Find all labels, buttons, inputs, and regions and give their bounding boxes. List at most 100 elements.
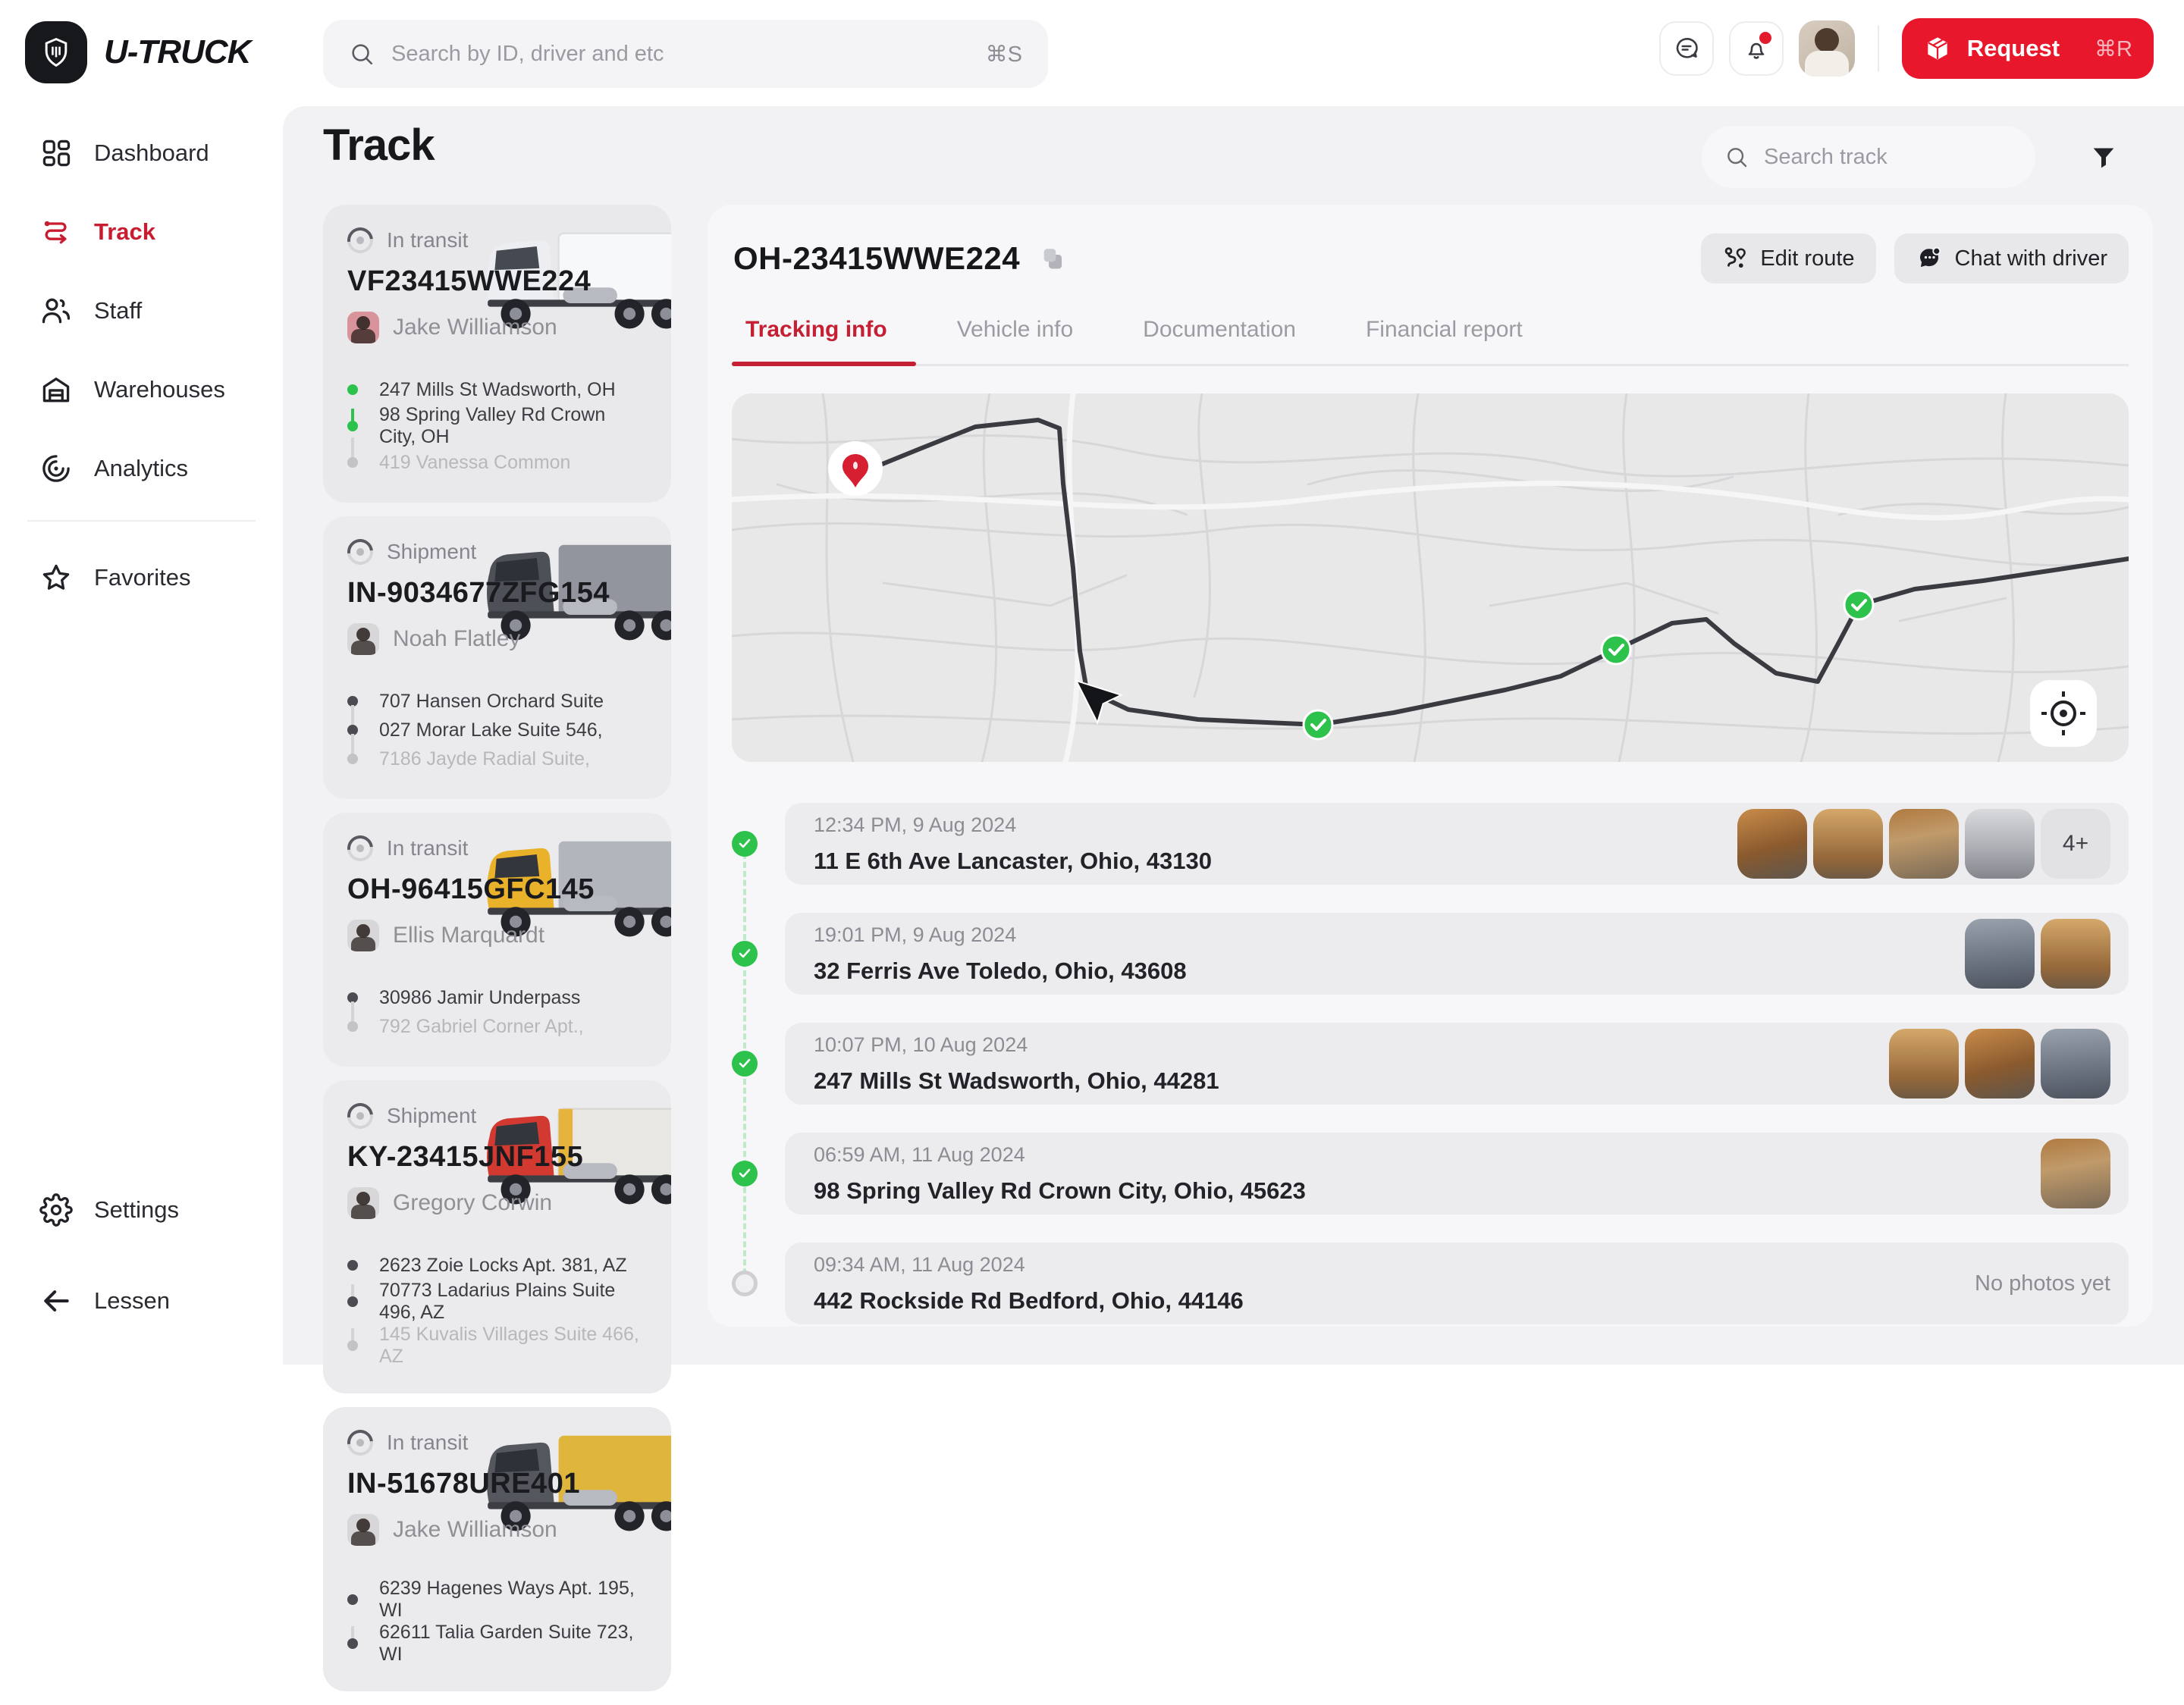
tab-tracking-info[interactable]: Tracking info: [745, 317, 887, 364]
sidebar-item-warehouses[interactable]: Warehouses: [0, 362, 283, 417]
photo-thumbnail[interactable]: [1889, 809, 1959, 879]
photo-thumbnail[interactable]: [1889, 1029, 1959, 1099]
entry-photos[interactable]: [2041, 1139, 2110, 1208]
locate-button[interactable]: [2030, 680, 2097, 747]
timeline-entry[interactable]: 19:01 PM, 9 Aug 2024 32 Ferris Ave Toled…: [785, 913, 2129, 995]
request-button[interactable]: Request ⌘R: [1902, 18, 2154, 79]
status-spinner-icon: [342, 534, 378, 570]
user-avatar[interactable]: [1799, 20, 1855, 77]
stop-item: 62611 Talia Garden Suite 723, WI: [347, 1622, 647, 1666]
sidebar-label: Staff: [94, 297, 142, 324]
stop-dot: [347, 1340, 358, 1351]
entry-time: 19:01 PM, 9 Aug 2024: [814, 923, 1187, 947]
stop-address: 98 Spring Valley Rd Crown City, OH: [379, 404, 647, 448]
sidebar-item-track[interactable]: Track: [0, 205, 283, 259]
stop-item: 2623 Zoie Locks Apt. 381, AZ: [347, 1251, 647, 1280]
stop-dot: [347, 1296, 358, 1307]
photo-thumbnail[interactable]: [2041, 919, 2110, 989]
stop-address: 792 Gabriel Corner Apt.,: [379, 1016, 584, 1038]
origin-pin: [828, 441, 883, 496]
driver-name: Jake Williamson: [393, 1517, 557, 1543]
notifications-button[interactable]: [1729, 21, 1784, 76]
sidebar-label: Analytics: [94, 455, 188, 482]
sidebar-label: Track: [94, 218, 155, 246]
notification-dot: [1759, 32, 1771, 44]
check-marker-icon: [732, 1051, 758, 1077]
entry-address: 11 E 6th Ave Lancaster, Ohio, 43130: [814, 848, 1212, 875]
shipment-status: Shipment: [387, 540, 476, 564]
photo-thumbnail[interactable]: [2041, 1139, 2110, 1208]
driver-name: Noah Flatley: [393, 626, 520, 652]
filter-button[interactable]: [2082, 136, 2125, 179]
status-spinner-icon: [342, 830, 378, 867]
chat-with-driver-button[interactable]: Chat with driver: [1894, 233, 2129, 284]
shipment-status: In transit: [387, 836, 468, 860]
track-search-input[interactable]: Search track: [1702, 126, 2035, 188]
copy-icon[interactable]: [1040, 246, 1065, 271]
entry-photos[interactable]: 4+: [1737, 809, 2110, 879]
check-marker-icon: [732, 831, 758, 857]
driver-name: Jake Williamson: [393, 315, 557, 340]
stop-address: 30986 Jamir Underpass: [379, 987, 580, 1009]
shipment-card[interactable]: In transit IN-51678URE401 Jake Williamso…: [323, 1407, 671, 1691]
entry-address: 32 Ferris Ave Toledo, Ohio, 43608: [814, 957, 1187, 985]
route-map[interactable]: [732, 393, 2129, 762]
photo-thumbnail[interactable]: [1813, 809, 1883, 879]
more-photos-badge[interactable]: 4+: [2041, 809, 2110, 879]
checkpoint-marker: [1602, 635, 1630, 664]
sidebar-collapse-button[interactable]: Lessen: [0, 1274, 283, 1328]
entry-time: 06:59 AM, 11 Aug 2024: [814, 1143, 1306, 1167]
brand-name: U-TRUCK: [104, 33, 250, 71]
shipment-status: In transit: [387, 228, 468, 252]
chat-driver-icon: [1916, 245, 1943, 272]
app-logo[interactable]: [25, 21, 87, 83]
tab-vehicle-info[interactable]: Vehicle info: [957, 317, 1073, 364]
stop-item: 247 Mills St Wadsworth, OH: [347, 375, 647, 404]
global-search-input[interactable]: Search by ID, driver and etc ⌘S: [323, 20, 1048, 88]
sidebar-item-dashboard[interactable]: Dashboard: [0, 126, 283, 180]
entry-photos[interactable]: [1889, 1029, 2110, 1099]
stops-list: 707 Hansen Orchard Suite 027 Morar Lake …: [347, 687, 647, 773]
stop-address: 419 Vanessa Common: [379, 452, 570, 474]
photo-thumbnail[interactable]: [1965, 809, 2035, 879]
sidebar-label: Warehouses: [94, 376, 225, 403]
messages-button[interactable]: [1659, 21, 1714, 76]
shipment-card[interactable]: In transit VF23415WWE224 Jake Williamson…: [323, 205, 671, 503]
timeline-entry[interactable]: 10:07 PM, 10 Aug 2024 247 Mills St Wadsw…: [785, 1023, 2129, 1105]
entry-photos[interactable]: [1965, 919, 2110, 989]
stop-address: 247 Mills St Wadsworth, OH: [379, 379, 616, 401]
shipment-card[interactable]: Shipment IN-9034677ZFG154 Noah Flatley 7…: [323, 516, 671, 799]
timeline-entry[interactable]: 06:59 AM, 11 Aug 2024 98 Spring Valley R…: [785, 1133, 2129, 1214]
stop-address: 6239 Hagenes Ways Apt. 195, WI: [379, 1578, 647, 1622]
content-area: Track Search track In: [283, 106, 2184, 1365]
photo-thumbnail[interactable]: [1737, 809, 1807, 879]
no-photos-label: No photos yet: [1975, 1271, 2110, 1296]
driver-avatar: [347, 623, 379, 655]
stop-dot: [347, 1260, 358, 1271]
stops-list: 6239 Hagenes Ways Apt. 195, WI 62611 Tal…: [347, 1578, 647, 1666]
shipment-id: IN-9034677ZFG154: [347, 577, 647, 610]
timeline-entry[interactable]: 12:34 PM, 9 Aug 2024 11 E 6th Ave Lancas…: [785, 803, 2129, 885]
stop-address: 70773 Ladarius Plains Suite 496, AZ: [379, 1280, 647, 1324]
photo-thumbnail[interactable]: [1965, 919, 2035, 989]
sidebar-item-staff[interactable]: Staff: [0, 284, 283, 338]
photo-thumbnail[interactable]: [2041, 1029, 2110, 1099]
photo-thumbnail[interactable]: [1965, 1029, 2035, 1099]
shipment-card[interactable]: Shipment KY-23415JNF155 Gregory Corwin 2…: [323, 1080, 671, 1393]
star-icon: [39, 561, 73, 594]
warehouse-icon: [39, 373, 73, 406]
tab-financial-report[interactable]: Financial report: [1366, 317, 1523, 364]
sidebar-label: Settings: [94, 1196, 179, 1224]
sidebar-item-favorites[interactable]: Favorites: [0, 550, 283, 605]
tab-documentation[interactable]: Documentation: [1143, 317, 1296, 364]
shipment-card[interactable]: In transit OH-96415GFC145 Ellis Marquard…: [323, 813, 671, 1067]
sidebar: Dashboard Track Staff Warehouses Analyti…: [0, 106, 283, 1365]
shipment-id: VF23415WWE224: [347, 265, 647, 298]
entry-address: 98 Spring Valley Rd Crown City, Ohio, 45…: [814, 1177, 1306, 1205]
search-icon: [349, 41, 375, 67]
sidebar-item-analytics[interactable]: Analytics: [0, 441, 283, 496]
sidebar-item-settings[interactable]: Settings: [0, 1183, 283, 1237]
dashboard-icon: [39, 136, 73, 170]
timeline-entry[interactable]: 09:34 AM, 11 Aug 2024 442 Rockside Rd Be…: [785, 1243, 2129, 1324]
edit-route-button[interactable]: Edit route: [1701, 233, 1875, 284]
